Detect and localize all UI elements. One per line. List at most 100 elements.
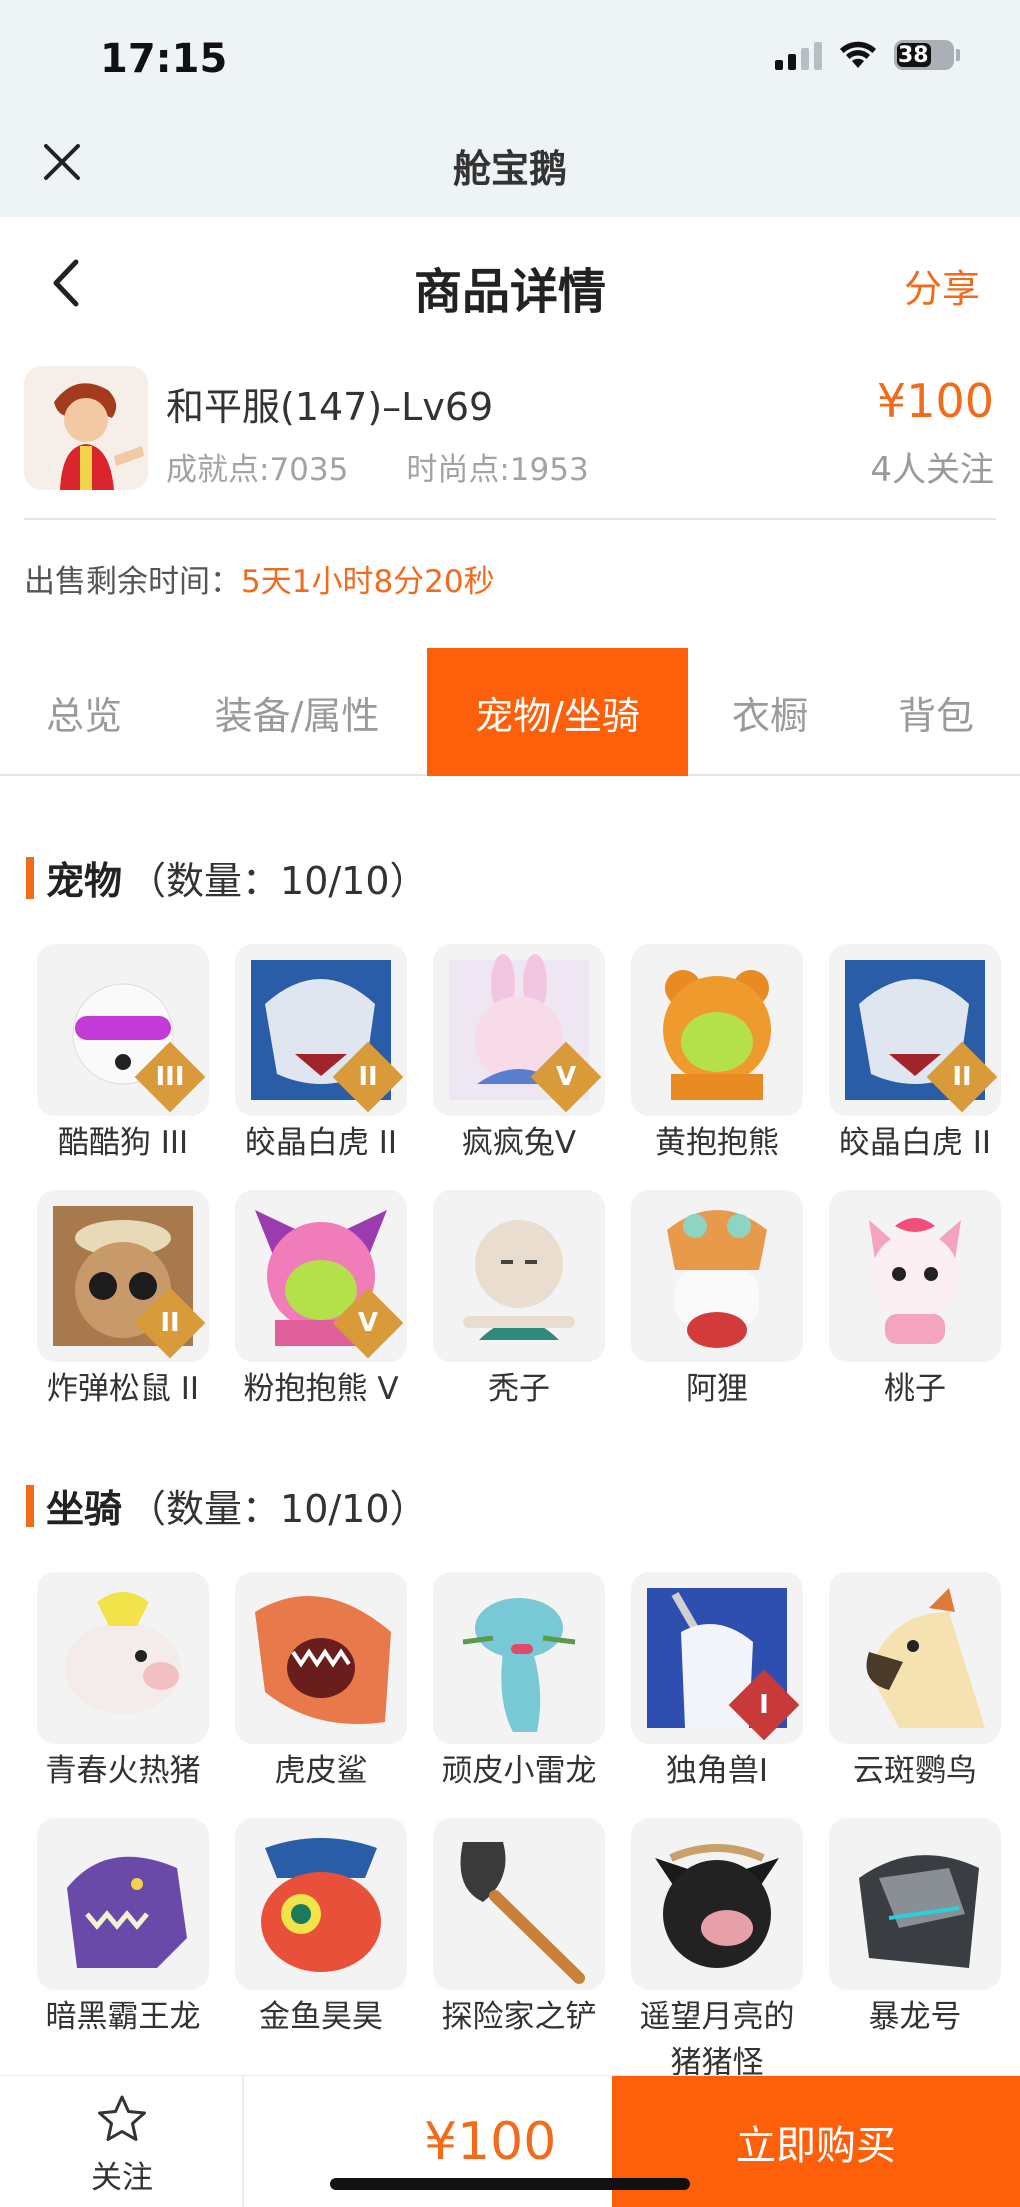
mount-thumbnail: [235, 1572, 407, 1744]
mount-item[interactable]: 青春火热猪: [24, 1572, 222, 1794]
share-button[interactable]: 分享: [904, 258, 980, 313]
pet-thumbnail: [433, 1190, 605, 1362]
product-name: 和平服(147)–Lv69: [166, 385, 494, 429]
pet-item[interactable]: 阿狸: [618, 1190, 816, 1412]
character-avatar: [24, 366, 148, 490]
pet-name: 皎晶白虎 II: [838, 1125, 992, 1161]
tab-bar: 总览 装备/属性 宠物/坐骑 衣橱 背包: [0, 648, 1020, 776]
status-time: 17:15: [100, 36, 228, 82]
mount-item[interactable]: 顽皮小雷龙: [420, 1572, 618, 1794]
home-indicator: [330, 2178, 690, 2190]
pet-item[interactable]: V 粉抱抱熊 V: [222, 1190, 420, 1412]
mount-name: 金鱼昊昊: [259, 1999, 383, 2035]
pet-name: 酷酷狗 III: [57, 1125, 189, 1161]
mount-thumbnail: [37, 1572, 209, 1744]
tier-badge: V: [332, 1287, 404, 1359]
pet-item[interactable]: 桃子: [816, 1190, 1014, 1412]
tier-badge: V: [530, 1041, 602, 1113]
pet-item[interactable]: III 酷酷狗 III: [24, 944, 222, 1166]
mount-name: 暗黑霸王龙: [45, 1999, 201, 2035]
follow-button[interactable]: 关注: [62, 2094, 182, 2197]
pet-thumbnail: V: [235, 1190, 407, 1362]
mount-name: 青春火热猪: [45, 1753, 201, 1789]
follow-label: 关注: [91, 2160, 153, 2196]
battery-tip: [956, 49, 960, 61]
achievement-points: 成就点:7035: [166, 452, 349, 488]
mount-name: 独角兽I: [665, 1753, 769, 1789]
mounts-section-title: 坐骑 （数量：10/10）: [26, 1478, 428, 1533]
pet-thumbnail: [631, 944, 803, 1116]
pet-name: 炸弹松鼠 II: [46, 1371, 200, 1407]
mount-name: 云斑鹦鸟: [853, 1753, 977, 1789]
mount-item[interactable]: 暗黑霸王龙: [24, 1818, 222, 2040]
mount-item[interactable]: I 独角兽I: [618, 1572, 816, 1794]
pet-thumbnail: II: [829, 944, 1001, 1116]
mount-thumbnail: [37, 1818, 209, 1990]
page-title: 商品详情: [413, 264, 606, 320]
tier-badge: II: [332, 1041, 404, 1113]
pet-name: 黄抱抱熊: [655, 1125, 779, 1161]
pet-item[interactable]: V 疯疯兔V: [420, 944, 618, 1166]
pet-item[interactable]: II 皎晶白虎 II: [222, 944, 420, 1166]
mount-thumbnail: [631, 1818, 803, 1990]
mount-name: 暴龙号: [868, 1999, 962, 2035]
mount-item[interactable]: 金鱼昊昊: [222, 1818, 420, 2040]
pet-thumbnail: II: [37, 1190, 209, 1362]
pet-name: 秃子: [488, 1371, 550, 1407]
mount-thumbnail: [433, 1572, 605, 1744]
top-bar: 17:15 38 舱宝鹅: [0, 0, 1020, 217]
tier-badge: III: [134, 1041, 206, 1113]
fashion-points: 时尚点:1953: [406, 452, 589, 488]
product-price: ¥100: [876, 374, 994, 428]
tab-wardrobe[interactable]: 衣橱: [688, 648, 852, 776]
sale-timer-label: 出售剩余时间：: [24, 564, 241, 600]
mount-name: 遥望月亮的 猪猪怪: [639, 1999, 795, 2081]
battery-level: 38: [898, 42, 929, 68]
tab-equipment[interactable]: 装备/属性: [168, 648, 426, 776]
tier-badge: I: [728, 1669, 800, 1741]
mount-thumbnail: [235, 1818, 407, 1990]
mount-item[interactable]: 云斑鹦鸟: [816, 1572, 1014, 1794]
mount-thumbnail: [829, 1572, 1001, 1744]
pet-item[interactable]: 秃子: [420, 1190, 618, 1412]
tier-badge: II: [134, 1287, 206, 1359]
mount-thumbnail: [829, 1818, 1001, 1990]
cellular-signal-icon: [775, 40, 822, 70]
status-icons: 38: [775, 40, 960, 70]
mount-name: 探险家之铲: [441, 1999, 597, 2035]
wifi-icon: [840, 41, 876, 68]
mount-item[interactable]: 虎皮鲨: [222, 1572, 420, 1794]
mount-thumbnail: I: [631, 1572, 803, 1744]
mount-item[interactable]: 遥望月亮的 猪猪怪: [618, 1818, 816, 2086]
mount-thumbnail: [433, 1818, 605, 1990]
tab-overview[interactable]: 总览: [0, 648, 168, 776]
mount-item[interactable]: 探险家之铲: [420, 1818, 618, 2040]
pets-count: （数量：10/10）: [128, 859, 428, 903]
pet-name: 皎晶白虎 II: [244, 1125, 398, 1161]
pets-title: 宠物: [46, 859, 123, 903]
divider: [24, 518, 996, 520]
pet-item[interactable]: II 皎晶白虎 II: [816, 944, 1014, 1166]
sale-timer: 出售剩余时间：5天1小时8分20秒: [24, 556, 495, 601]
star-outline-icon: [98, 2095, 146, 2141]
tab-backpack[interactable]: 背包: [852, 648, 1020, 776]
mount-name: 顽皮小雷龙: [441, 1753, 597, 1789]
pet-name: 桃子: [884, 1371, 946, 1407]
pet-item[interactable]: II 炸弹松鼠 II: [24, 1190, 222, 1412]
follower-count: 4人关注: [870, 450, 994, 490]
divider: [242, 2076, 244, 2207]
pet-thumbnail: II: [235, 944, 407, 1116]
pet-item[interactable]: 黄抱抱熊: [618, 944, 816, 1166]
pet-name: 阿狸: [686, 1371, 748, 1407]
webview-title: 舱宝鹅: [452, 147, 567, 191]
tier-badge: II: [926, 1041, 998, 1113]
pet-thumbnail: III: [37, 944, 209, 1116]
mounts-count: （数量：10/10）: [128, 1487, 428, 1531]
mounts-title: 坐骑: [46, 1487, 123, 1531]
sale-timer-value: 5天1小时8分20秒: [241, 564, 495, 600]
mount-item[interactable]: 暴龙号: [816, 1818, 1014, 2040]
bottom-price: ¥100: [424, 2112, 557, 2172]
tab-pets-mounts[interactable]: 宠物/坐骑: [427, 648, 688, 776]
pets-section-title: 宠物 （数量：10/10）: [26, 850, 428, 905]
pet-thumbnail: V: [433, 944, 605, 1116]
